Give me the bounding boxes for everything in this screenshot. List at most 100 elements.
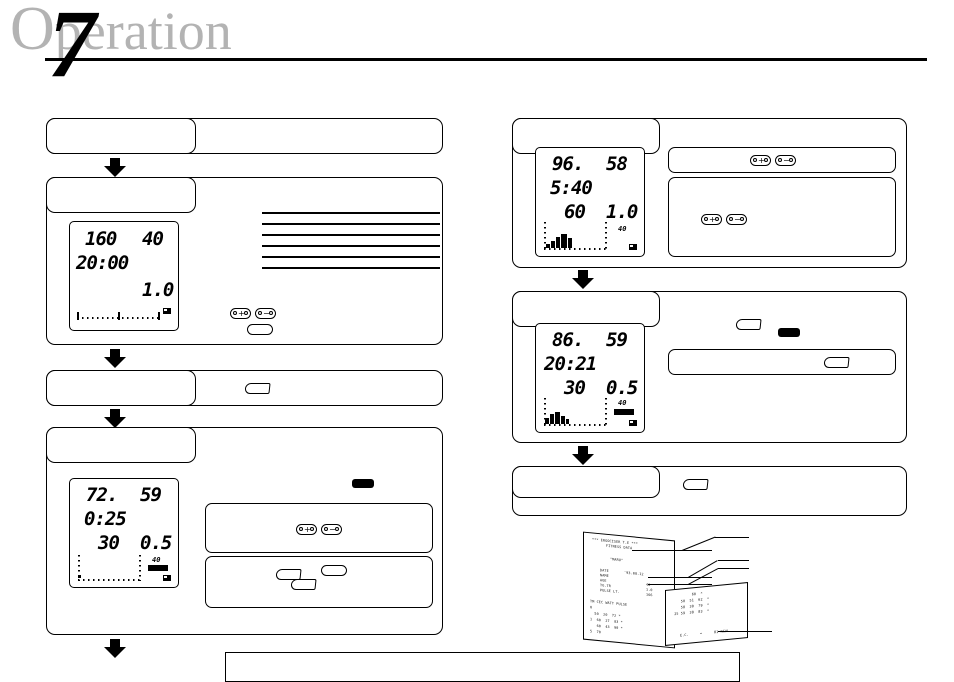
note-rule-3 (262, 234, 440, 236)
arrow-head (104, 357, 126, 368)
note-rule-2 (262, 223, 440, 225)
lcd4-origin-marker (78, 575, 81, 578)
teardrop-button-icon-b[interactable] (290, 579, 317, 590)
printout-table-header: TM CEC WATT PULSE (590, 599, 628, 607)
lcd6-pulse: 59 (606, 329, 628, 351)
panel-step-4-sub-a: + − (205, 503, 433, 553)
callout-line-4 (718, 631, 772, 633)
plus-minus-buttons-step-5-b[interactable]: + − (701, 214, 747, 225)
lcd6-speed: 86. (552, 329, 584, 351)
lcd6-battery-icon (629, 420, 637, 426)
panel-step-6-title-box (512, 291, 660, 327)
lcd2-tick-right (158, 312, 160, 320)
lcd4-level-label: 40 (152, 556, 161, 564)
lcd4-axis-bottom (78, 579, 140, 581)
teardrop-button-icon-step-6-sub[interactable] (823, 357, 850, 368)
printout-total-eq: = (700, 631, 703, 636)
arrow-head (104, 166, 126, 177)
teardrop-button-icon-step-6[interactable] (735, 319, 762, 330)
lcd4-watt: 30 (98, 532, 120, 554)
lcd4-axis-right (139, 555, 141, 581)
lcd4-pulse: 59 (140, 484, 162, 506)
lcd4-battery-icon (163, 575, 171, 581)
callout-line-3 (648, 584, 712, 586)
lcd6-watt: 30 (564, 377, 586, 399)
lcd-display-step-2: 160 40 20:00 1.0 (69, 221, 179, 331)
printout-table-row-0: 0 (590, 605, 593, 610)
printout-table-row-4: 5 70 (590, 629, 601, 635)
lcd6-axis-right (605, 398, 607, 426)
panel-step-7-title-box (512, 466, 660, 498)
lcd4-speed: 72. (86, 484, 118, 506)
printout-field-label-4: PULSE LT. (600, 588, 620, 595)
lcd4-level-bar (148, 565, 168, 571)
flow-arrow-3 (104, 409, 126, 429)
chapter-number: 7 (48, 0, 96, 97)
lcd6-time: 20:21 (544, 353, 597, 375)
lcd2-age: 40 (142, 228, 164, 250)
arrow-head (572, 454, 594, 465)
teardrop-button-icon-step-7[interactable] (682, 479, 709, 490)
plus-minus-buttons-step-4[interactable]: + − (296, 524, 342, 535)
panel-step-7 (512, 466, 907, 516)
lcd2-load: 1.0 (142, 279, 174, 301)
teardrop-button-icon-step-3[interactable] (244, 383, 271, 394)
callout-diag-1 (681, 536, 716, 552)
panel-step-3-title-box (46, 370, 196, 406)
panel-step-2-title-box (46, 177, 196, 213)
callout-line-2b (718, 560, 749, 562)
lcd6-bar-2 (550, 414, 554, 424)
lcd4-load: 0.5 (140, 532, 172, 554)
chapter-header: Operation 7 (0, 0, 954, 92)
panel-step-5-sub-a: + − (668, 147, 896, 173)
panel-step-6: 86. 59 20:21 30 0.5 40 (512, 291, 907, 443)
lcd5-axis-bottom (544, 248, 606, 250)
lcd-display-step-4: 72. 59 0:25 30 0.5 40 (69, 478, 179, 588)
manual-page: Operation 7 160 40 20:00 1.0 + − 72. 59 … (0, 0, 954, 682)
lcd6-level-bar (614, 409, 634, 415)
printout-illustration: *** ERGOCISER T.E *** FITNESS DATA "MARU… (570, 528, 780, 653)
header-rule (45, 58, 927, 61)
flow-arrow-2 (104, 349, 126, 369)
lcd5-level-label: 40 (618, 225, 627, 233)
lcd6-bar-4 (561, 416, 565, 424)
lcd6-axis-bottom (544, 424, 606, 426)
printout-field-value-0: '93.08.12 (624, 570, 644, 577)
lcd-display-step-6: 86. 59 20:21 30 0.5 40 (535, 323, 645, 433)
lcd-display-step-5: 96. 58 5:40 60 1.0 40 (535, 147, 645, 257)
lcd5-pulse: 58 (606, 153, 628, 175)
lcd5-bar-2 (551, 241, 555, 248)
arrow-head (104, 647, 126, 658)
lcd2-pulse: 160 (85, 228, 117, 250)
lcd6-load: 0.5 (606, 377, 638, 399)
note-rule-6 (262, 267, 440, 269)
highlight-marker-step-4 (352, 479, 374, 488)
panel-step-6-sub (668, 349, 896, 375)
lcd6-level-label: 40 (618, 399, 627, 407)
printout-sheet-overlay: 60 * 50 51 62 * 58 30 79 * 25 59 38 83 *… (665, 582, 748, 646)
printout-total-label: E.C. (680, 632, 689, 638)
round-button-step-4[interactable] (321, 565, 347, 576)
lcd6-bar-3 (555, 412, 560, 424)
plus-minus-buttons-step-2[interactable]: + − (230, 308, 276, 319)
callout-line-1b (715, 537, 749, 539)
panel-step-1-title-box (46, 118, 196, 154)
lcd2-tick-mid (118, 312, 120, 320)
panel-step-3 (46, 370, 443, 406)
flow-arrow-1 (104, 158, 126, 178)
note-rule-4 (262, 245, 440, 247)
plus-minus-buttons-step-5-a[interactable]: + − (750, 155, 796, 166)
lcd5-speed: 96. (552, 153, 584, 175)
flow-arrow-6 (572, 446, 594, 466)
lcd2-battery-icon (163, 308, 171, 314)
flow-arrow-4 (104, 639, 126, 659)
lcd6-bar-1 (545, 418, 549, 424)
arrow-head (572, 278, 594, 289)
callout-line-1 (632, 550, 712, 552)
lcd5-axis-right (605, 222, 607, 250)
panel-step-1 (46, 118, 443, 154)
lcd5-bar-1 (546, 244, 550, 248)
printout-subject: "MARU" (610, 557, 624, 563)
lcd4-time: 0:25 (84, 508, 127, 530)
start-button-step-2[interactable] (247, 324, 273, 335)
